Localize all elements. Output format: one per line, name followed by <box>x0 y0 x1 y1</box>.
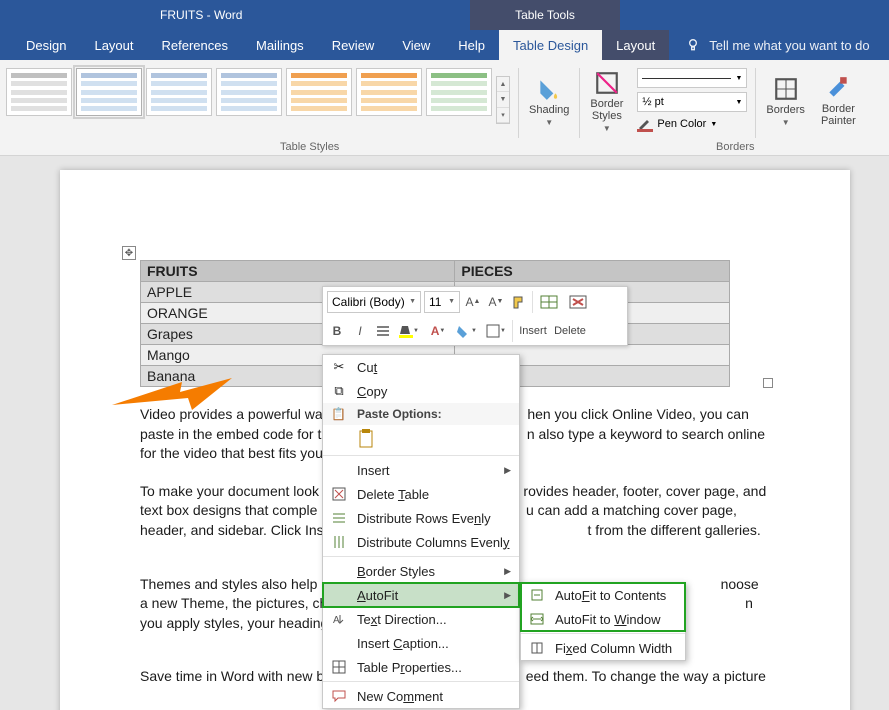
table-props-icon <box>331 659 347 675</box>
insert-button[interactable] <box>536 292 562 312</box>
sub-autofit-window[interactable]: AutoFit to Window <box>521 607 685 631</box>
table-style-thumb[interactable] <box>76 68 142 116</box>
format-painter-icon[interactable] <box>509 292 529 312</box>
tab-help[interactable]: Help <box>444 30 499 60</box>
table-styles-more[interactable]: ▲▼▾ <box>496 76 510 124</box>
text-direction-icon: A <box>331 611 347 627</box>
autofit-contents-icon <box>529 587 545 603</box>
ctx-dist-cols[interactable]: Distribute Columns Evenly <box>323 530 519 554</box>
table-style-thumb[interactable] <box>6 68 72 116</box>
dist-rows-icon <box>331 510 347 526</box>
paste-icon: 📋 <box>331 407 346 421</box>
shading-mini-icon[interactable]: ▼ <box>454 321 480 341</box>
autofit-window-icon <box>529 611 545 627</box>
font-combo[interactable]: Calibri (Body)▼ <box>327 291 421 313</box>
tell-me[interactable]: Tell me what you want to do <box>685 37 869 53</box>
table-move-handle[interactable]: ✥ <box>122 246 136 260</box>
shrink-font-icon[interactable]: A▼ <box>486 292 506 312</box>
context-menu: ✂Cut ⧉Copy 📋Paste Options: Insert▶ Delet… <box>322 354 520 709</box>
delete-label: Delete <box>553 325 587 337</box>
align-icon[interactable] <box>373 321 393 341</box>
sub-autofit-contents[interactable]: AutoFit to Contents <box>521 583 685 607</box>
borders-icon <box>773 76 799 102</box>
ribbon-tabs: Design Layout References Mailings Review… <box>0 30 889 60</box>
pen-color-icon <box>637 116 653 132</box>
grow-font-icon[interactable]: A▲ <box>463 292 483 312</box>
ctx-text-direction[interactable]: AText Direction... <box>323 607 519 631</box>
ctx-autofit[interactable]: AutoFit▶ <box>323 583 519 607</box>
border-style-combo[interactable]: ▼ <box>637 68 747 88</box>
tab-table-layout[interactable]: Layout <box>602 30 669 60</box>
ctx-insert[interactable]: Insert▶ <box>323 458 519 482</box>
shading-button[interactable]: Shading▼ <box>521 60 577 138</box>
tab-view[interactable]: View <box>388 30 444 60</box>
fontsize-combo[interactable]: 11▼ <box>424 291 460 313</box>
delete-button[interactable] <box>565 292 591 312</box>
cut-icon: ✂ <box>331 359 347 375</box>
highlight-icon[interactable]: ▼ <box>396 321 422 341</box>
table-resize-handle[interactable] <box>763 378 773 388</box>
bold-icon[interactable]: B <box>327 321 347 341</box>
pen-width-combo[interactable]: ½ pt▼ <box>637 92 747 112</box>
insert-table-icon <box>540 295 558 309</box>
border-painter-button[interactable]: Border Painter <box>813 60 864 138</box>
table-style-thumb[interactable] <box>356 68 422 116</box>
italic-icon[interactable]: I <box>350 321 370 341</box>
table-style-thumb[interactable] <box>216 68 282 116</box>
pen-color-button[interactable]: Pen Color▼ <box>637 116 747 132</box>
ctx-insert-caption[interactable]: Insert Caption... <box>323 631 519 655</box>
title-bar: FRUITS - Word Table Tools <box>0 0 889 30</box>
tab-table-design[interactable]: Table Design <box>499 30 602 60</box>
ctx-delete-table[interactable]: Delete Table <box>323 482 519 506</box>
ctx-border-styles[interactable]: Border Styles▶ <box>323 559 519 583</box>
svg-text:A: A <box>333 615 340 626</box>
table-header-row: FRUITSPIECES <box>141 261 730 282</box>
border-styles-button[interactable]: Border Styles▼ <box>582 60 631 138</box>
sub-fixed-width[interactable]: Fixed Column Width <box>521 636 685 660</box>
app-title: FRUITS - Word <box>160 8 242 22</box>
table-style-thumb[interactable] <box>146 68 212 116</box>
autofit-submenu: AutoFit to Contents AutoFit to Window Fi… <box>520 582 686 661</box>
group-table-styles: Table Styles <box>280 141 339 153</box>
lightbulb-icon <box>685 37 701 53</box>
ctx-paste-row[interactable] <box>323 425 519 453</box>
borders-button[interactable]: Borders▼ <box>758 60 813 138</box>
dist-cols-icon <box>331 534 347 550</box>
delete-table-icon <box>569 295 587 309</box>
comment-icon <box>331 688 347 704</box>
border-styles-icon <box>594 70 620 96</box>
tab-design[interactable]: Design <box>12 30 80 60</box>
tab-mailings[interactable]: Mailings <box>242 30 318 60</box>
tab-references[interactable]: References <box>148 30 242 60</box>
ctx-new-comment[interactable]: New Comment <box>323 684 519 708</box>
table-styles-gallery[interactable]: ▲▼▾ <box>0 60 516 155</box>
table-tools-title: Table Tools <box>470 0 620 30</box>
copy-icon: ⧉ <box>331 383 347 399</box>
group-borders: Borders <box>716 141 755 153</box>
ctx-copy[interactable]: ⧉Copy <box>323 379 519 403</box>
tab-review[interactable]: Review <box>318 30 389 60</box>
ctx-cut[interactable]: ✂Cut <box>323 355 519 379</box>
ribbon-body: ▲▼▾ Table Styles Shading▼ Border Styles▼… <box>0 60 889 156</box>
ctx-table-properties[interactable]: Table Properties... <box>323 655 519 679</box>
table-style-thumb[interactable] <box>286 68 352 116</box>
paste-option-icon <box>357 429 377 449</box>
borders-mini-icon[interactable]: ▼ <box>483 321 509 341</box>
fixed-width-icon <box>529 640 545 656</box>
tab-layout[interactable]: Layout <box>80 30 147 60</box>
insert-label: Insert <box>516 325 550 337</box>
table-style-thumb[interactable] <box>426 68 492 116</box>
delete-table-icon <box>331 486 347 502</box>
mini-toolbar: Calibri (Body)▼ 11▼ A▲ A▼ B I ▼ A▼ ▼ ▼ I… <box>322 286 628 346</box>
ctx-paste-options: 📋Paste Options: <box>323 403 519 425</box>
font-color-icon[interactable]: A▼ <box>425 321 451 341</box>
border-painter-icon <box>825 75 851 101</box>
shading-icon <box>536 76 562 102</box>
ctx-dist-rows[interactable]: Distribute Rows Evenly <box>323 506 519 530</box>
